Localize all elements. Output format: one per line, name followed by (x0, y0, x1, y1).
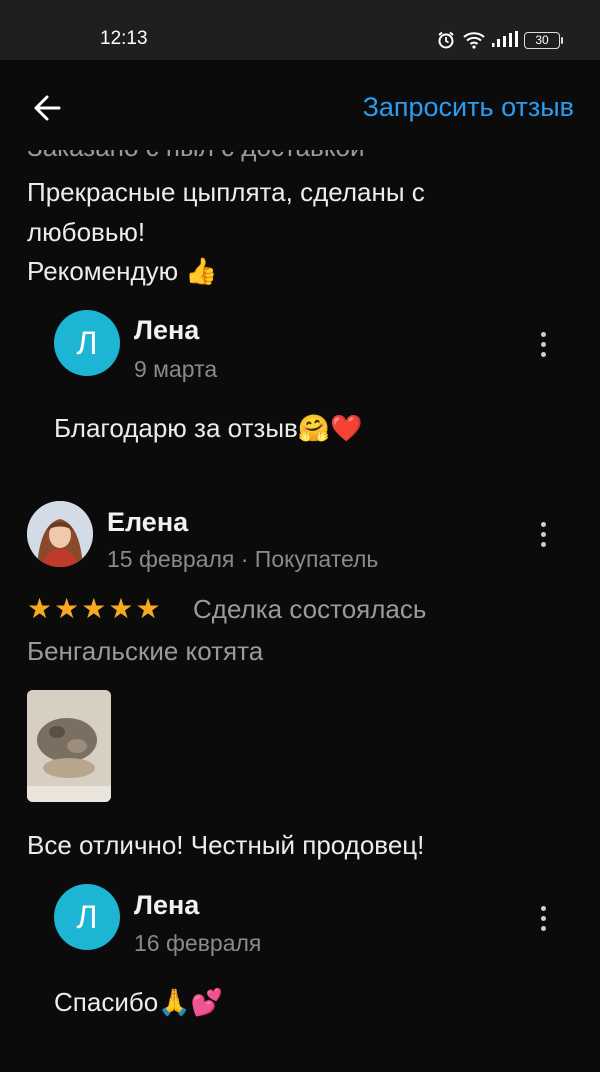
star-icon: ★ (27, 593, 53, 624)
deal-status: Сделка состоялась (193, 594, 427, 624)
app-header: Запросить отзыв (0, 60, 600, 150)
reviews-list[interactable]: Заказано с пыл с доставкой Прекрасные цы… (0, 60, 600, 1072)
request-review-button[interactable]: Запросить отзыв (363, 92, 574, 123)
back-button[interactable] (28, 88, 68, 128)
reply-author-name: Лена (134, 890, 200, 920)
more-options-icon[interactable] (539, 332, 547, 360)
alarm-icon (438, 31, 454, 49)
avatar: Л (54, 884, 120, 950)
more-options-icon[interactable] (539, 522, 547, 550)
product-name: Бенгальские котята (27, 636, 264, 666)
star-icon: ★ (135, 593, 161, 624)
star-icon: ★ (54, 593, 80, 624)
rating-stars: ★ ★ ★ ★ ★ (27, 594, 161, 624)
wifi-icon (463, 32, 485, 49)
review-photo[interactable] (27, 690, 111, 802)
avatar: Л (54, 310, 120, 376)
reviewer-name: Елена (107, 507, 189, 537)
status-icons: 30 (436, 30, 563, 50)
review-meta: 15 февраля · Покупатель (107, 546, 379, 572)
signal-icon (492, 31, 518, 47)
reply-author-name: Лена (134, 315, 200, 345)
arrow-left-icon (34, 95, 61, 121)
status-time: 12:13 (100, 28, 148, 49)
reply-date: 9 марта (134, 356, 218, 382)
reply-text: Благодарю за отзыв🤗❤️ (54, 413, 363, 443)
more-options-icon[interactable] (539, 906, 547, 934)
reply-text: Спасибо🙏💕 (54, 987, 223, 1017)
status-bar: 12:13 30 (0, 0, 600, 60)
review-text-line: Прекрасные цыплята, сделаны с (27, 177, 425, 207)
reply-date: 16 февраля (134, 930, 262, 956)
review-text: Все отлично! Честный продовец! (27, 830, 425, 860)
battery-indicator: 30 (524, 31, 563, 49)
review-text-line: любовью! (27, 217, 146, 247)
star-icon: ★ (108, 593, 134, 624)
review-text-line: Рекомендую 👍 (27, 256, 218, 286)
avatar (27, 501, 93, 567)
star-icon: ★ (81, 593, 107, 624)
